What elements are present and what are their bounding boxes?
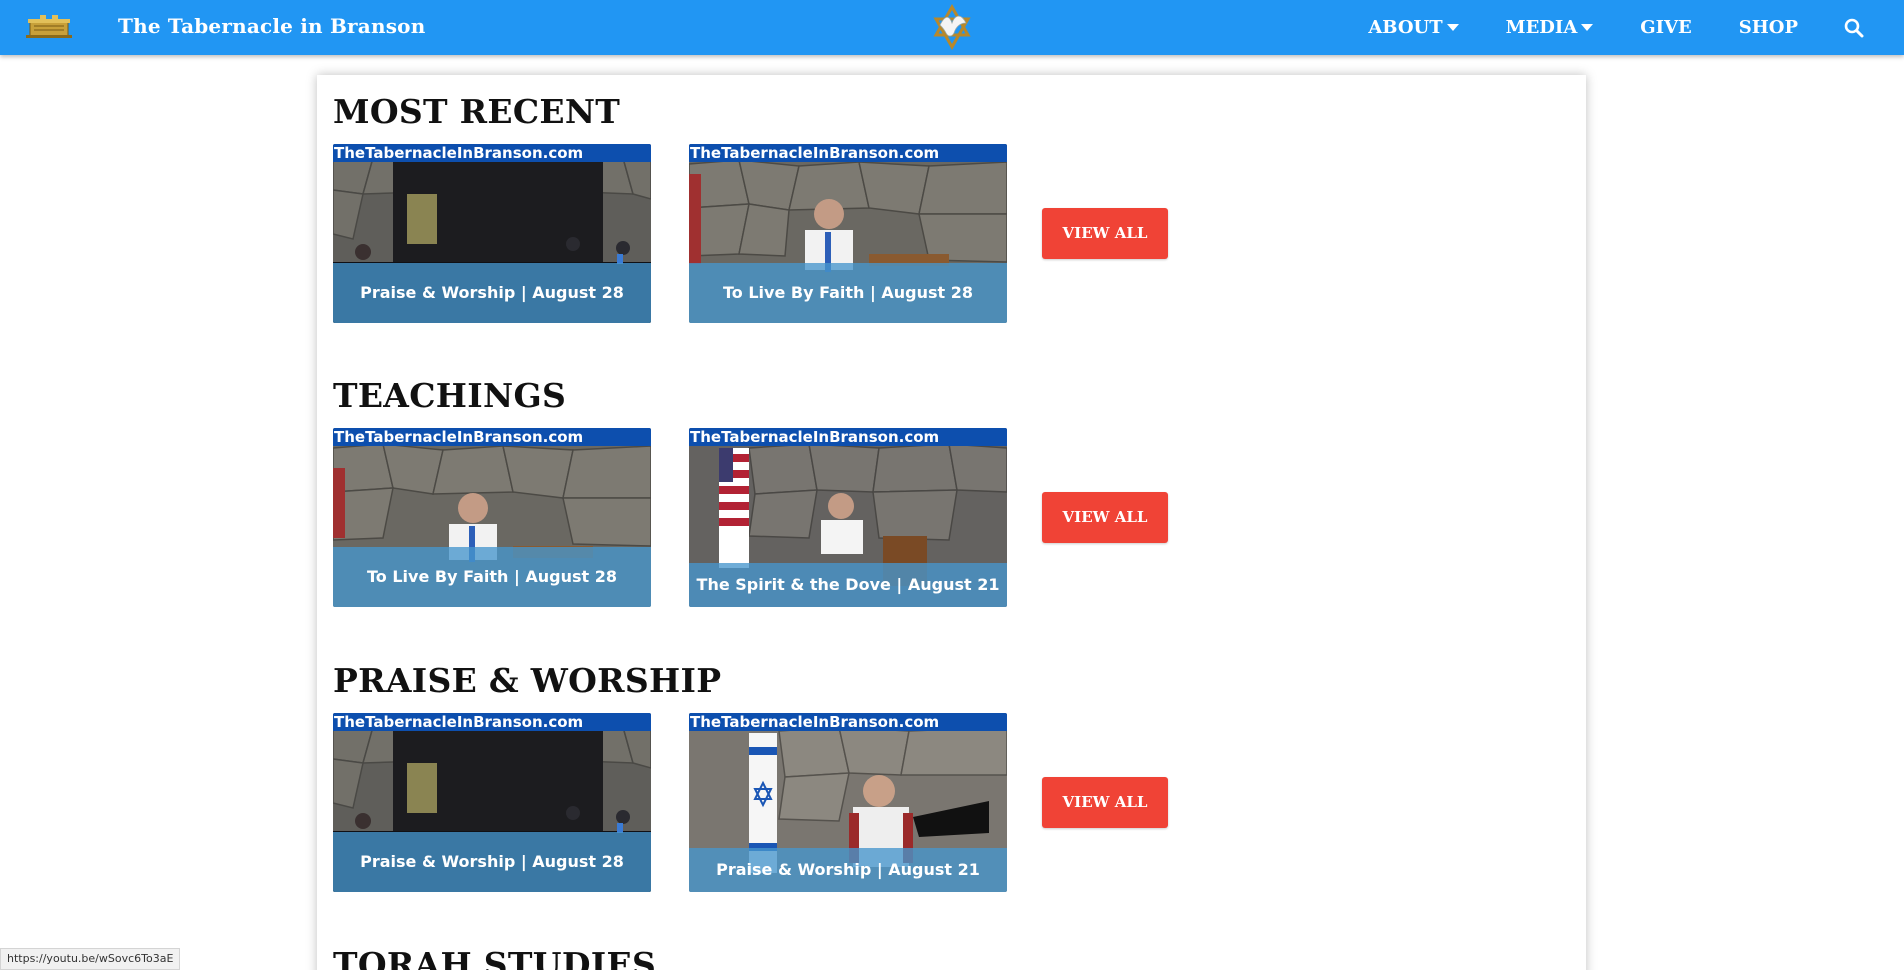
video-caption: Praise & Worship | August 21 (689, 848, 1007, 892)
video-banner: TheTabernacleInBranson.com (689, 144, 1007, 162)
section-title: MOST RECENT (333, 92, 621, 131)
section-teachings: TEACHINGS TheTabernacleInBranson.com To … (333, 376, 1573, 607)
video-thumbnail[interactable]: TheTabernacleInBranson.com Praise & Wors… (333, 144, 651, 323)
video-caption: Praise & Worship | August 28 (333, 832, 651, 892)
video-caption: To Live By Faith | August 28 (689, 263, 1007, 323)
video-thumbnail[interactable]: TheTabernacleInBranson.com To Live By Fa… (689, 144, 1007, 323)
video-row: TheTabernacleInBranson.com Praise & Wors… (333, 144, 1573, 324)
section-title: TEACHINGS (333, 376, 567, 415)
video-thumbnail[interactable]: TheTabernacleInBranson.com To Live By Fa… (333, 428, 651, 607)
video-thumbnail[interactable]: TheTabernacleInBranson.com The Spirit & … (689, 428, 1007, 607)
video-thumbnail[interactable]: TheTabernacleInBranson.com Praise & Wors… (333, 713, 651, 892)
media-content-card: MOST RECENT TheTabernacleInBranson.com P… (317, 75, 1586, 970)
top-navbar: The Tabernacle in Branson ABOUT MEDIA GI… (0, 0, 1904, 55)
site-title[interactable]: The Tabernacle in Branson (118, 14, 425, 38)
video-banner: TheTabernacleInBranson.com (689, 428, 1007, 446)
video-caption: Praise & Worship | August 28 (333, 263, 651, 323)
section-praise-worship: PRAISE & WORSHIP TheTabernacleInBranson.… (333, 661, 1573, 892)
nav-media[interactable]: MEDIA (1506, 17, 1594, 38)
video-caption: To Live By Faith | August 28 (333, 547, 651, 607)
search-icon[interactable] (1844, 18, 1864, 38)
video-banner: TheTabernacleInBranson.com (333, 428, 651, 446)
nav-shop-label[interactable]: SHOP (1739, 17, 1798, 38)
nav-about[interactable]: ABOUT (1368, 17, 1459, 38)
dove-star-emblem-icon[interactable] (930, 3, 974, 51)
nav-media-label[interactable]: MEDIA (1506, 17, 1578, 38)
section-most-recent: MOST RECENT TheTabernacleInBranson.com P… (333, 92, 1573, 323)
video-banner: TheTabernacleInBranson.com (689, 713, 1007, 731)
video-caption: The Spirit & the Dove | August 21 (689, 563, 1007, 607)
nav-give[interactable]: GIVE (1640, 17, 1691, 38)
video-row: TheTabernacleInBranson.com Praise & Wors… (333, 713, 1573, 893)
section-torah-studies: TORAH STUDIES (333, 945, 1573, 970)
video-banner: TheTabernacleInBranson.com (333, 713, 651, 731)
video-row: TheTabernacleInBranson.com To Live By Fa… (333, 428, 1573, 608)
ark-of-covenant-icon[interactable] (26, 14, 72, 40)
view-all-button[interactable]: VIEW ALL (1042, 208, 1168, 259)
view-all-button[interactable]: VIEW ALL (1042, 492, 1168, 543)
video-banner: TheTabernacleInBranson.com (333, 144, 651, 162)
caret-down-icon[interactable] (1446, 24, 1459, 31)
status-bar-url: https://youtu.be/wSovc6To3aE (0, 948, 181, 970)
nav-shop[interactable]: SHOP (1739, 17, 1798, 38)
nav-give-label[interactable]: GIVE (1640, 17, 1691, 38)
main-menu: ABOUT MEDIA GIVE SHOP (1321, 0, 1864, 55)
nav-about-label[interactable]: ABOUT (1368, 17, 1442, 38)
view-all-button[interactable]: VIEW ALL (1042, 777, 1168, 828)
section-title: TORAH STUDIES (333, 945, 657, 970)
video-thumbnail[interactable]: TheTabernacleInBranson.com Praise & Wors… (689, 713, 1007, 892)
section-title: PRAISE & WORSHIP (333, 661, 722, 700)
caret-down-icon[interactable] (1581, 24, 1594, 31)
